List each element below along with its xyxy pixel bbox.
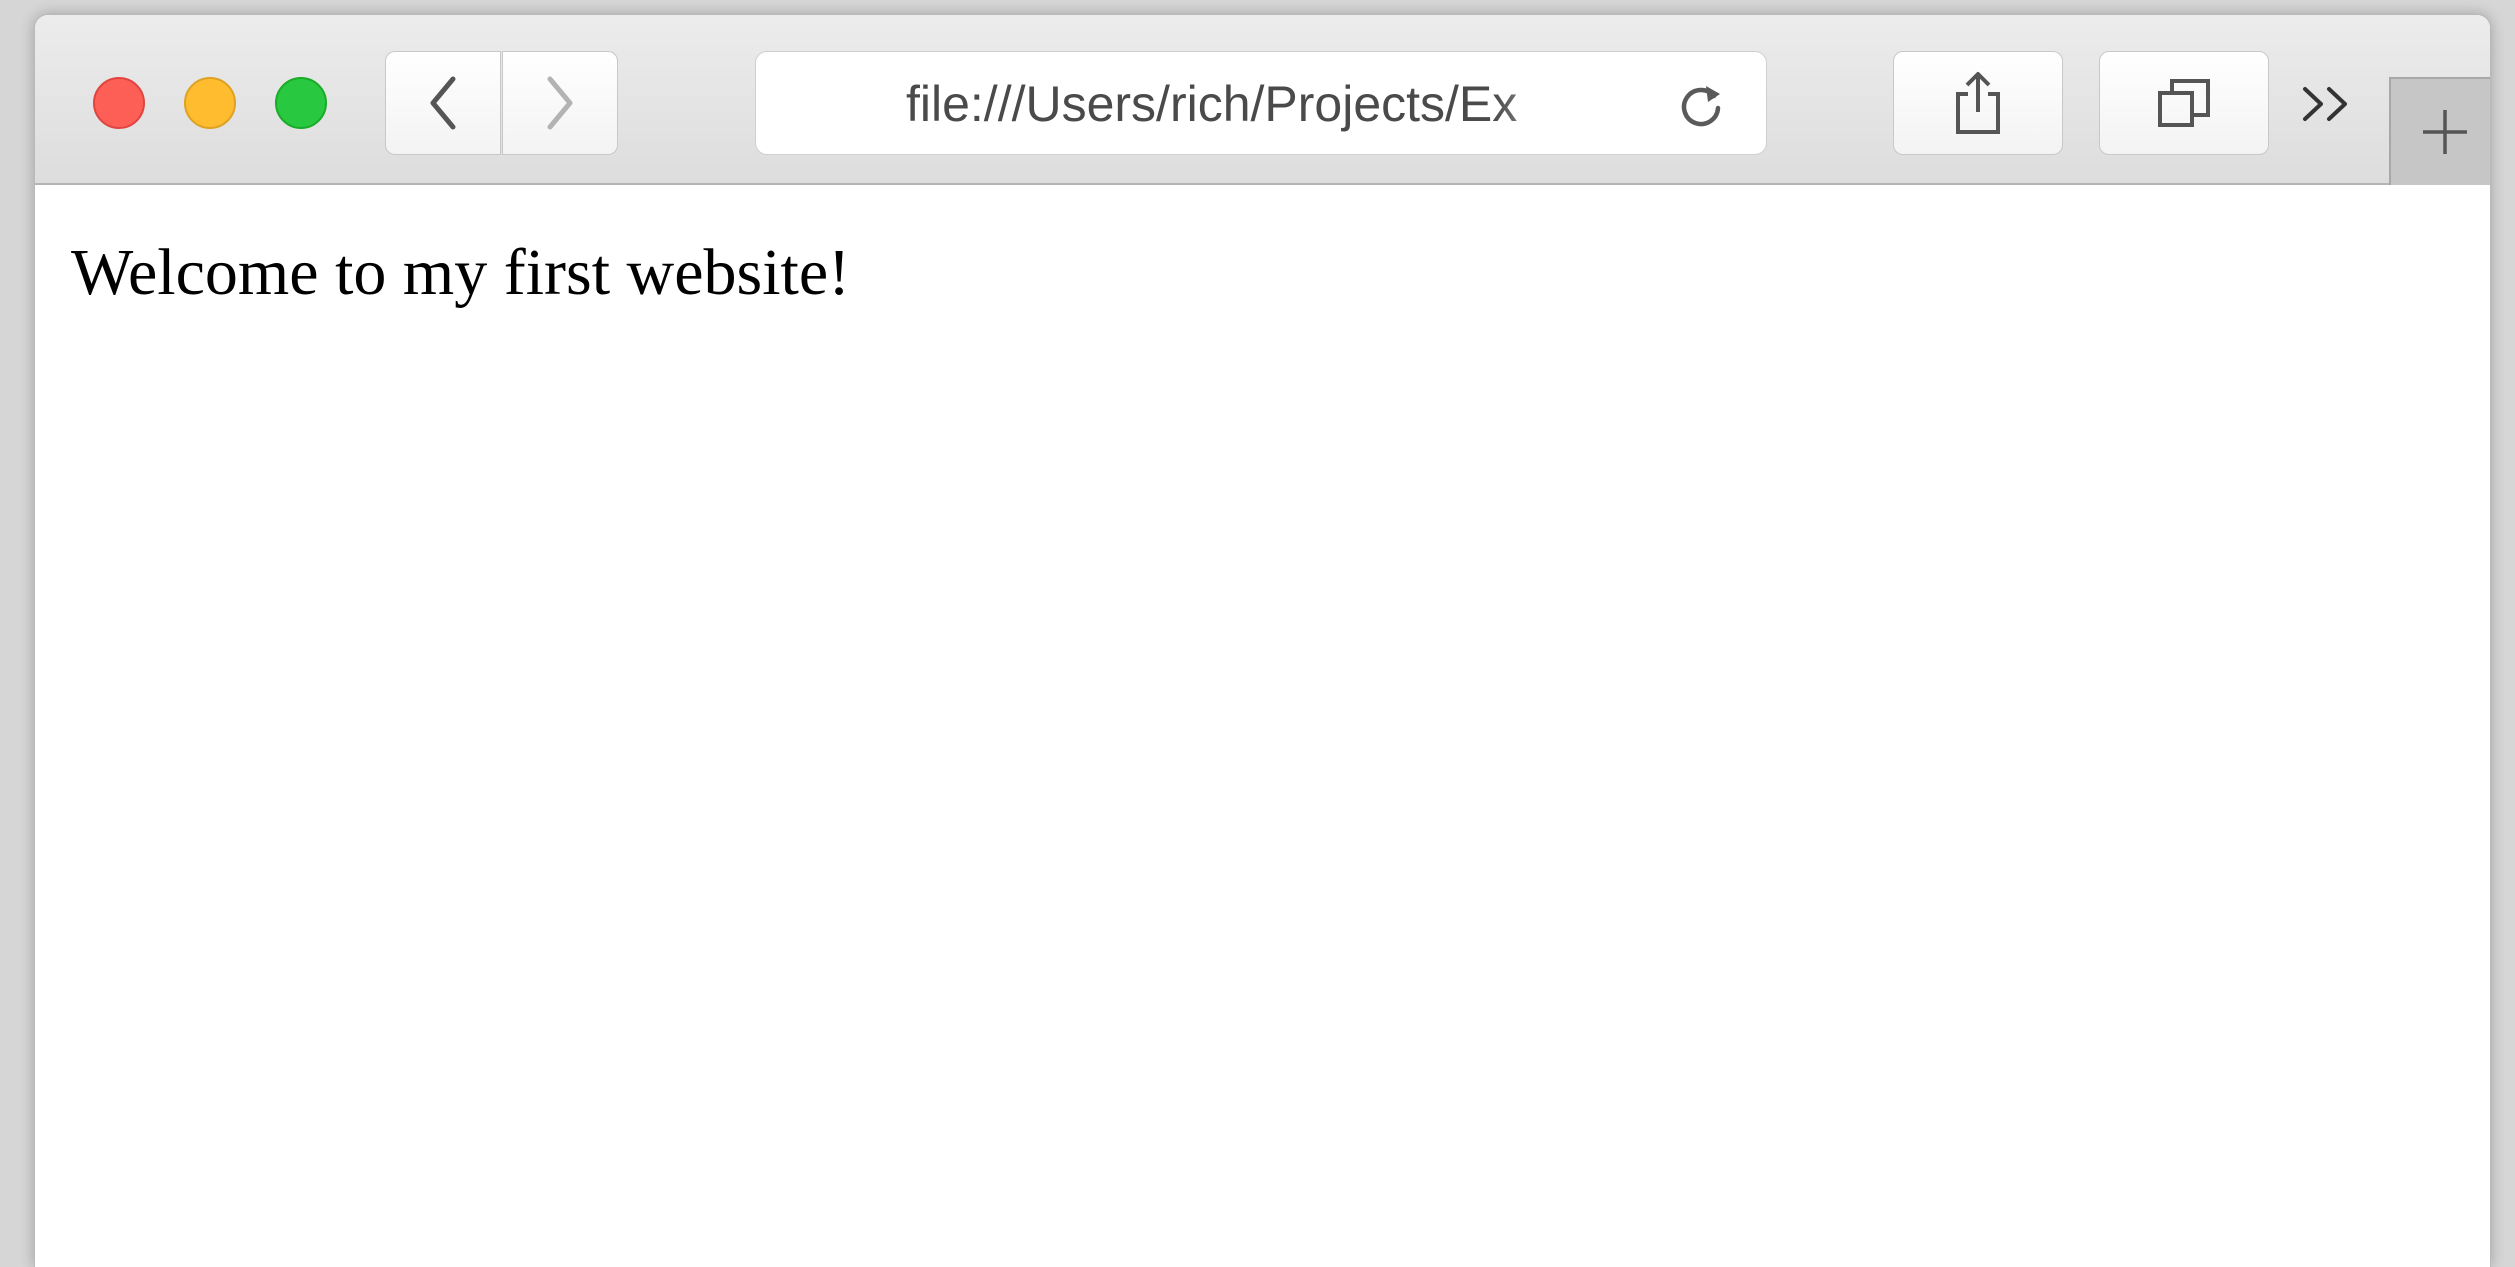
back-button[interactable] (385, 51, 501, 155)
double-chevron-right-icon[interactable] (2297, 79, 2357, 129)
tab-overview-icon (2158, 79, 2210, 127)
reload-icon[interactable] (1676, 80, 1726, 130)
plus-icon (2423, 110, 2467, 154)
browser-window: file:///Users/rich/Projects/Ex Welcome t… (34, 14, 2491, 1267)
chevron-right-icon (547, 76, 573, 130)
web-page-content: Welcome to my first website! (35, 185, 2490, 1267)
browser-toolbar: file:///Users/rich/Projects/Ex (35, 15, 2490, 185)
minimize-window-button[interactable] (184, 77, 236, 129)
share-button[interactable] (1893, 51, 2063, 155)
url-text[interactable]: file:///Users/rich/Projects/Ex (906, 52, 1606, 156)
close-window-button[interactable] (93, 77, 145, 129)
chevron-left-icon (430, 76, 456, 130)
forward-button[interactable] (502, 51, 618, 155)
share-icon (1956, 72, 2000, 134)
page-body-text: Welcome to my first website! (71, 236, 851, 309)
zoom-window-button[interactable] (275, 77, 327, 129)
address-bar[interactable]: file:///Users/rich/Projects/Ex (755, 51, 1767, 155)
show-all-tabs-button[interactable] (2099, 51, 2269, 155)
new-tab-button[interactable] (2389, 77, 2490, 185)
